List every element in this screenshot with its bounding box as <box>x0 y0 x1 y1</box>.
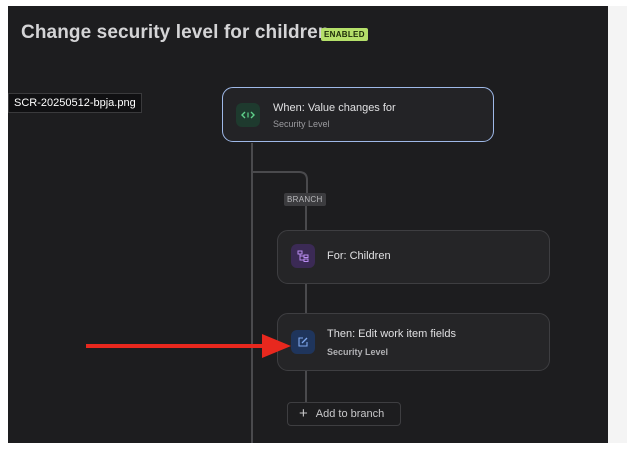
action-step-card[interactable]: Then: Edit work item fields Security Lev… <box>277 313 550 371</box>
red-arrow-annotation <box>86 334 291 358</box>
for-step-title: For: Children <box>327 250 391 262</box>
trigger-title: When: Value changes for <box>273 102 396 114</box>
plus-icon: + <box>299 405 308 422</box>
trigger-subtitle: Security Level <box>273 119 330 129</box>
page-right-margin <box>608 6 627 443</box>
add-to-branch-button[interactable]: + Add to branch <box>287 402 401 426</box>
hierarchy-icon <box>297 250 309 262</box>
add-to-branch-label: Add to branch <box>315 408 385 420</box>
for-icon-box <box>291 244 315 268</box>
branch-line-1 <box>305 204 307 232</box>
screenshot-filename-label: SCR-20250512-bpja.png <box>8 93 142 113</box>
rule-canvas: Change security level for children ENABL… <box>8 6 608 443</box>
action-step-title: Then: Edit work item fields <box>327 328 456 340</box>
page-title: Change security level for children <box>21 22 330 43</box>
branch-tag: BRANCH <box>284 193 326 206</box>
branch-line-2 <box>305 283 307 315</box>
edit-icon <box>298 337 308 347</box>
action-step-subtitle: Security Level <box>327 347 389 357</box>
branch-connector <box>252 171 308 196</box>
branch-line-3 <box>305 370 307 403</box>
for-step-card[interactable]: For: Children <box>277 230 550 284</box>
trigger-icon-box <box>236 103 260 127</box>
code-brackets-icon <box>241 111 255 119</box>
status-badge: ENABLED <box>321 28 368 41</box>
trigger-card[interactable]: When: Value changes for Security Level <box>222 87 494 142</box>
